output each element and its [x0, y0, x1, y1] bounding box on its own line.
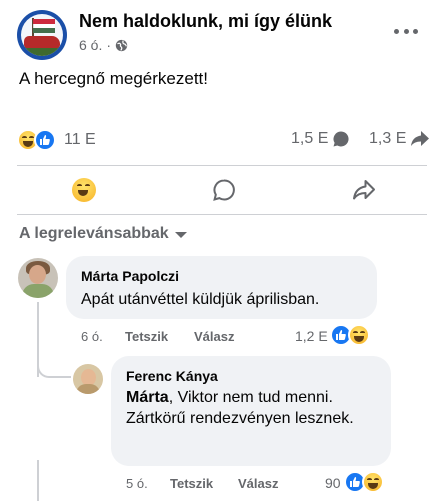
thread-connector — [37, 356, 71, 378]
thread-line — [37, 460, 39, 501]
comment-reply-button[interactable]: Válasz — [194, 329, 234, 344]
comment-author[interactable]: Ferenc Kánya — [126, 368, 218, 384]
post-text: A hercegnő megérkezett! — [19, 69, 209, 88]
post-time[interactable]: 6 ó. — [79, 37, 102, 53]
comment-sort-dropdown[interactable]: A legrelevánsabbak — [19, 225, 187, 243]
sort-label: A legrelevánsabbak — [19, 225, 169, 242]
share-arrow-icon — [411, 131, 430, 146]
comments-count[interactable]: 1,5 E — [291, 130, 350, 148]
reactions-count: 11 E — [64, 131, 96, 148]
share-button[interactable] — [344, 175, 384, 205]
comment-bubble-icon — [333, 131, 349, 147]
comment-like-button[interactable]: Tetszik — [125, 329, 168, 344]
globe-icon — [115, 39, 128, 51]
comment-reactions-count[interactable]: 1,2 E — [295, 328, 328, 344]
comment-author[interactable]: Márta Papolczi — [81, 268, 179, 284]
divider — [17, 214, 427, 215]
shares-count[interactable]: 1,3 E — [369, 130, 430, 148]
shares-count-label: 1,3 E — [369, 130, 407, 147]
comment-reply-button[interactable]: Válasz — [238, 476, 278, 491]
comment-time[interactable]: 5 ó. — [126, 476, 148, 491]
caret-down-icon — [174, 232, 187, 238]
page-name[interactable]: Nem haldoklunk, mi így élünk — [79, 11, 332, 32]
comment-mention[interactable]: Márta — [126, 389, 169, 406]
comment-text: Márta, Viktor nem tud menni. Zártkörű re… — [126, 387, 384, 429]
comment-icon — [213, 179, 235, 201]
avatar[interactable] — [73, 364, 103, 394]
haha-emoji-icon — [72, 178, 96, 202]
like-icon — [34, 129, 56, 151]
comment-button[interactable] — [204, 175, 244, 205]
comment-like-button[interactable]: Tetszik — [170, 476, 213, 491]
share-icon — [353, 180, 375, 200]
comment-reaction-icons[interactable] — [344, 471, 384, 493]
comment-reaction-icons[interactable] — [330, 324, 370, 346]
page-avatar-image — [21, 14, 63, 56]
avatar[interactable] — [18, 258, 58, 298]
comment-text: Apát utánvéttel küldjük áprilisban. — [81, 291, 320, 308]
divider — [17, 165, 427, 166]
reaction-summary[interactable]: 11 E — [17, 129, 96, 151]
haha-emoji-icon — [348, 324, 370, 346]
post-meta: 6 ó. · — [79, 37, 128, 53]
page-avatar[interactable] — [17, 10, 67, 60]
haha-emoji-icon — [362, 471, 384, 493]
more-options-icon[interactable] — [394, 27, 418, 35]
comment-time[interactable]: 6 ó. — [81, 329, 103, 344]
comments-count-label: 1,5 E — [291, 130, 329, 147]
react-button[interactable] — [64, 175, 104, 205]
comment-reactions-count[interactable]: 90 — [325, 475, 341, 491]
